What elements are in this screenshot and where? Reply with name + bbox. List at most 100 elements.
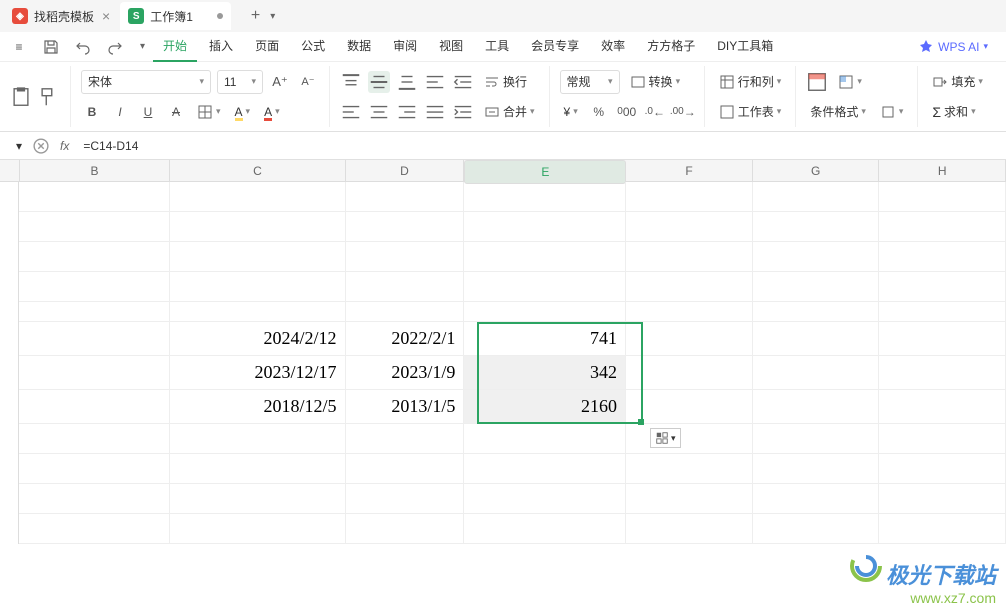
table-style-icon[interactable] — [806, 71, 828, 93]
dec-dec-icon[interactable]: .00→ — [672, 101, 694, 123]
cell[interactable] — [626, 272, 753, 302]
cell[interactable] — [753, 272, 880, 302]
cell[interactable] — [879, 212, 1006, 242]
cell[interactable] — [19, 302, 170, 322]
align-middle-icon[interactable] — [368, 71, 390, 93]
cell[interactable] — [19, 390, 170, 424]
cell[interactable] — [170, 242, 345, 272]
fill-color-button[interactable]: A▾ — [231, 100, 255, 124]
cell[interactable] — [753, 242, 880, 272]
cell[interactable] — [19, 182, 170, 212]
wrap-text-button[interactable]: 换行 — [480, 70, 531, 94]
menu-view[interactable]: 视图 — [429, 31, 473, 62]
cell[interactable] — [464, 484, 626, 514]
percent-icon[interactable]: % — [588, 101, 610, 123]
cell-E14[interactable]: 741 — [464, 322, 626, 356]
cell-E15[interactable]: 342 — [464, 356, 626, 390]
cell[interactable] — [626, 514, 753, 544]
name-box[interactable]: ▾ — [8, 139, 22, 153]
border-button[interactable]: ▾ — [193, 100, 225, 124]
cell[interactable] — [626, 242, 753, 272]
cell[interactable] — [19, 322, 170, 356]
cell[interactable] — [19, 484, 170, 514]
qa-dropdown-icon[interactable]: ▾ — [140, 41, 145, 52]
save-icon[interactable] — [40, 36, 62, 58]
cell[interactable] — [753, 424, 880, 454]
autofill-options-button[interactable]: ▾ — [650, 428, 681, 448]
cell[interactable] — [19, 514, 170, 544]
cell[interactable] — [464, 424, 626, 454]
cell[interactable] — [626, 484, 753, 514]
orientation-icon[interactable] — [424, 71, 446, 93]
cell-C14[interactable]: 2024/2/12 — [170, 322, 345, 356]
comma-icon[interactable]: 000 — [616, 101, 638, 123]
merge-button[interactable]: 合并▾ — [480, 100, 539, 124]
cell-D16[interactable]: 2013/1/5 — [346, 390, 465, 424]
cell[interactable] — [879, 302, 1006, 322]
cell[interactable] — [19, 242, 170, 272]
cell[interactable] — [464, 454, 626, 484]
menu-page[interactable]: 页面 — [245, 31, 289, 62]
cell[interactable] — [626, 356, 753, 390]
cell[interactable] — [170, 454, 345, 484]
cell[interactable] — [464, 302, 626, 322]
cell[interactable] — [753, 182, 880, 212]
wps-ai-button[interactable]: WPS AI ▾ — [918, 39, 998, 55]
menu-member[interactable]: 会员专享 — [521, 31, 589, 62]
cancel-icon[interactable] — [30, 135, 52, 157]
cell[interactable] — [19, 424, 170, 454]
more-icon[interactable]: ▾ — [876, 100, 908, 124]
select-all-corner[interactable] — [0, 160, 20, 181]
col-header-C[interactable]: C — [170, 160, 345, 181]
menu-start[interactable]: 开始 — [153, 31, 197, 62]
cell[interactable] — [464, 182, 626, 212]
cell-C16[interactable]: 2018/12/5 — [170, 390, 345, 424]
sum-button[interactable]: Σ求和▾ — [928, 100, 979, 124]
menu-formula[interactable]: 公式 — [291, 31, 335, 62]
cell[interactable] — [19, 212, 170, 242]
cell[interactable] — [626, 322, 753, 356]
tab-menu-icon[interactable]: ▾ — [270, 11, 275, 22]
cell-E16[interactable]: 2160 — [464, 390, 626, 424]
format-painter-icon[interactable] — [38, 86, 60, 108]
col-header-F[interactable]: F — [626, 160, 753, 181]
cell[interactable] — [346, 484, 465, 514]
currency-icon[interactable]: ¥▾ — [560, 100, 582, 124]
cell[interactable] — [626, 182, 753, 212]
cell[interactable] — [879, 356, 1006, 390]
cell[interactable] — [626, 390, 753, 424]
cell[interactable] — [879, 272, 1006, 302]
menu-efficiency[interactable]: 效率 — [591, 31, 635, 62]
cell-D14[interactable]: 2022/2/1 — [346, 322, 465, 356]
fill-button[interactable]: 填充▾ — [928, 70, 987, 94]
paste-icon[interactable] — [10, 86, 32, 108]
cell[interactable] — [753, 514, 880, 544]
cell[interactable] — [879, 454, 1006, 484]
cell[interactable] — [170, 514, 345, 544]
cell[interactable] — [879, 182, 1006, 212]
menu-diy[interactable]: DIY工具箱 — [707, 31, 783, 62]
cell[interactable] — [346, 302, 465, 322]
font-color-button[interactable]: A▾ — [260, 100, 284, 124]
worksheet-button[interactable]: 工作表▾ — [715, 100, 786, 124]
cell[interactable] — [879, 424, 1006, 454]
col-header-E[interactable]: E — [464, 160, 626, 184]
menu-ff[interactable]: 方方格子 — [637, 31, 705, 62]
close-icon[interactable]: × — [102, 8, 110, 24]
convert-button[interactable]: 转换▾ — [626, 70, 685, 94]
cell[interactable] — [879, 514, 1006, 544]
grow-font-icon[interactable]: A⁺ — [269, 71, 291, 93]
cell-style-icon[interactable]: ▾ — [834, 70, 866, 94]
cell[interactable] — [19, 454, 170, 484]
cell[interactable] — [346, 212, 465, 242]
indent-inc-icon[interactable] — [452, 101, 474, 123]
menu-review[interactable]: 审阅 — [383, 31, 427, 62]
cell[interactable] — [753, 484, 880, 514]
cell[interactable] — [753, 212, 880, 242]
font-select[interactable]: 宋体▾ — [81, 70, 211, 94]
underline-button[interactable]: U — [137, 101, 159, 123]
rowcol-button[interactable]: 行和列▾ — [715, 70, 786, 94]
cell[interactable] — [346, 272, 465, 302]
cond-format-button[interactable]: 条件格式▾ — [806, 100, 870, 124]
add-tab-button[interactable]: + — [245, 7, 266, 25]
